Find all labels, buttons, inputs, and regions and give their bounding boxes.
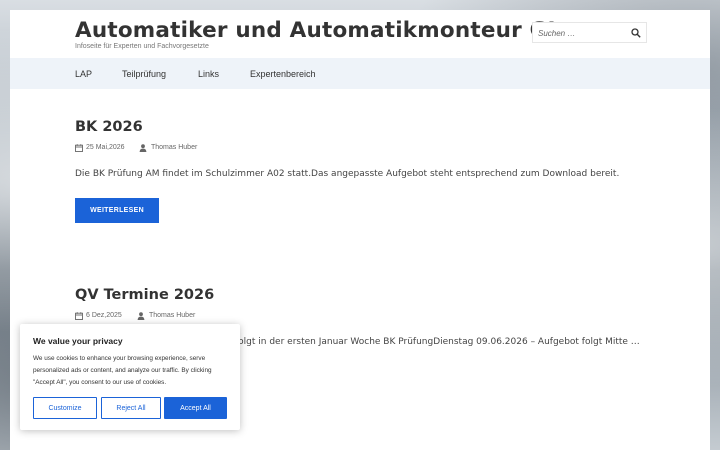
user-icon [137,312,145,320]
reject-all-button[interactable]: Reject All [101,397,161,419]
accept-all-button[interactable]: Accept All [164,397,227,419]
post-author[interactable]: Thomas Huber [149,312,195,319]
post-author[interactable]: Thomas Huber [151,144,197,151]
user-icon [139,144,147,152]
post-article: BK 2026 25 Mai,2026 Thomas Huber Die BK … [75,119,619,223]
nav-item-teilpruefung[interactable]: Teilprüfung [122,69,166,79]
post-article: QV Termine 2026 6 Dez,2025 Thomas Huber … [75,287,640,347]
post-excerpt: folgt in der ersten Januar Woche BK Prüf… [235,337,640,347]
nav-item-expertenbereich[interactable]: Expertenbereich [250,69,316,79]
cookie-consent-banner: We value your privacy We use cookies to … [20,324,240,430]
post-date[interactable]: 25 Mai,2026 [86,144,125,151]
cookie-title: We value your privacy [33,336,123,346]
customize-button[interactable]: Customize [33,397,97,419]
search-input[interactable] [538,26,628,40]
search-icon[interactable] [631,28,641,38]
search-form [532,22,647,43]
main-navigation: LAP Teilprüfung Links Expertenbereich [10,58,710,89]
calendar-icon [75,312,83,320]
site-header: Automatiker und Automatikmonteur GL Info… [10,10,710,58]
site-tagline: Infoseite für Experten und Fachvorgesetz… [75,43,209,50]
post-excerpt: Die BK Prüfung AM findet im Schulzimmer … [75,169,620,179]
site-title[interactable]: Automatiker und Automatikmonteur GL [75,18,561,43]
cookie-text: We use cookies to enhance your browsing … [33,355,212,386]
post-date[interactable]: 6 Dez,2025 [86,312,122,319]
post-title[interactable]: QV Termine 2026 [75,287,214,303]
nav-item-lap[interactable]: LAP [75,69,92,79]
read-more-button[interactable]: WEITERLESEN [75,198,159,223]
calendar-icon [75,144,83,152]
nav-item-links[interactable]: Links [198,69,219,79]
post-title[interactable]: BK 2026 [75,119,143,135]
